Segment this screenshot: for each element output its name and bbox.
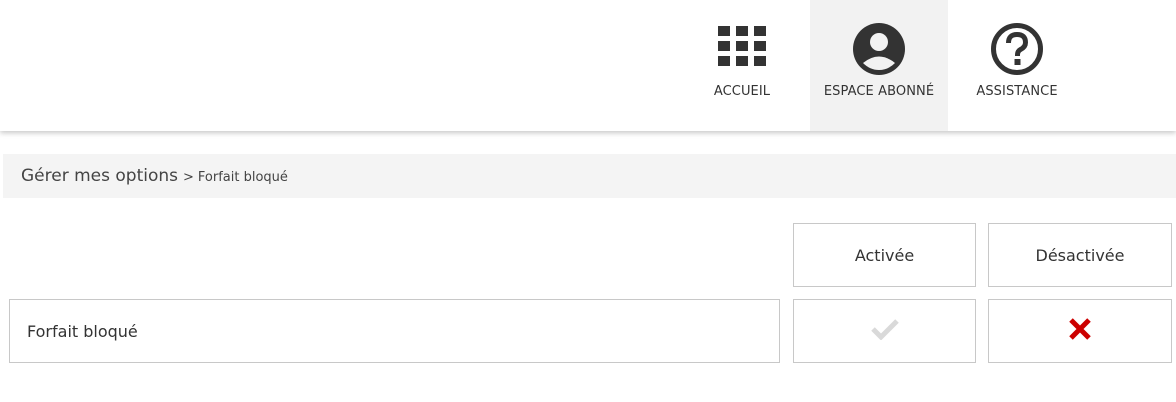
- user-circle-icon: [852, 23, 906, 75]
- nav-label-accueil: ACCUEIL: [713, 84, 771, 99]
- nav-label-assistance: ASSISTANCE: [976, 84, 1058, 99]
- breadcrumb-separator: >: [183, 169, 194, 185]
- grid-icon: [715, 23, 769, 75]
- check-icon: [870, 318, 899, 344]
- option-activee-cell[interactable]: [793, 299, 976, 363]
- breadcrumb-current: Forfait bloqué: [197, 169, 288, 185]
- column-header-desactivee: Désactivée: [988, 223, 1172, 287]
- nav-item-assistance[interactable]: ASSISTANCE: [962, 0, 1072, 131]
- help-circle-icon: [990, 23, 1044, 75]
- option-row-label: Forfait bloqué: [9, 299, 780, 363]
- nav-label-espace-abonne: ESPACE ABONNÉ: [823, 84, 935, 99]
- breadcrumb-parent-link[interactable]: Gérer mes options: [21, 166, 178, 186]
- option-desactivee-cell[interactable]: [988, 299, 1172, 363]
- column-header-activee: Activée: [793, 223, 976, 287]
- nav-item-accueil[interactable]: ACCUEIL: [700, 0, 784, 131]
- breadcrumb: Gérer mes options > Forfait bloqué: [3, 154, 1176, 198]
- cross-icon: [1068, 317, 1092, 345]
- top-navigation-bar: ACCUEIL ESPACE ABONNÉ ASSISTANCE: [0, 0, 1176, 131]
- nav-item-espace-abonne[interactable]: ESPACE ABONNÉ: [810, 0, 948, 131]
